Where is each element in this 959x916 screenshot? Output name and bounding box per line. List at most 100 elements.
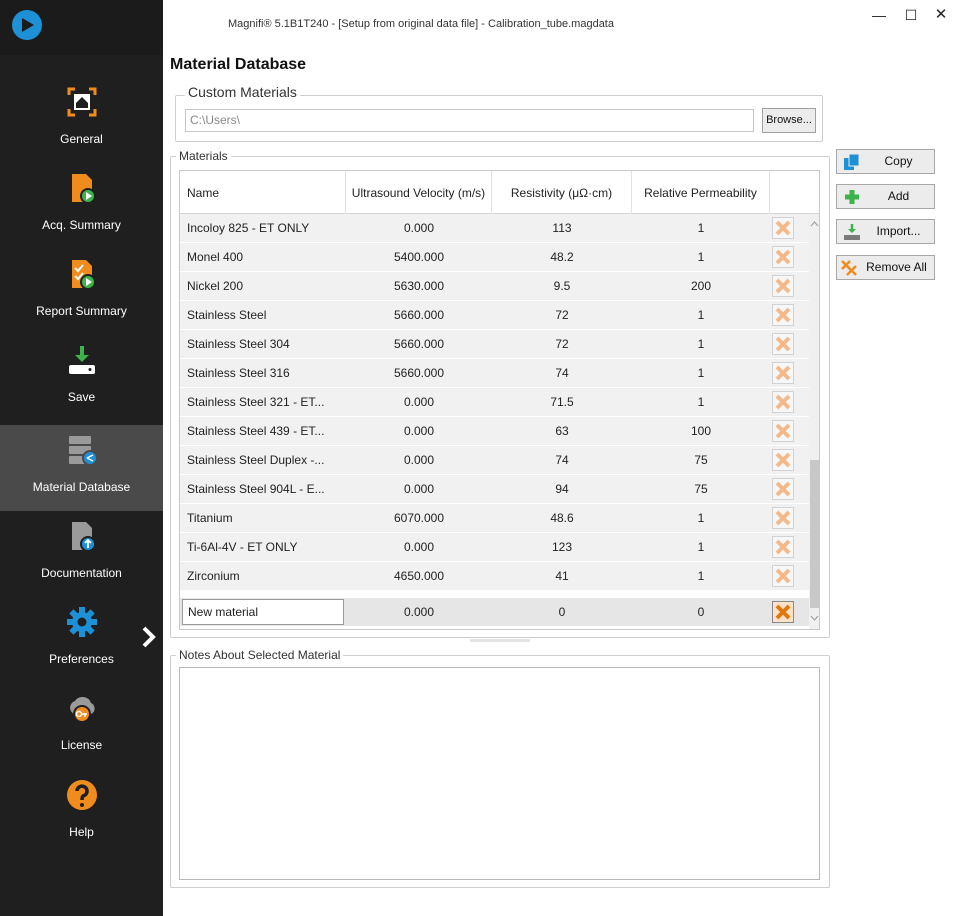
delete-row-button[interactable] — [772, 304, 794, 326]
cell-velocity[interactable]: 0.000 — [346, 388, 492, 417]
cell-name[interactable]: Nickel 200 — [187, 272, 347, 301]
cell-permeability[interactable]: 200 — [632, 272, 770, 301]
cell-permeability[interactable]: 1 — [632, 562, 770, 591]
new-material-name-input[interactable]: New material — [182, 599, 344, 625]
cell-name[interactable]: Stainless Steel 316 — [187, 359, 347, 388]
table-row[interactable]: Ti-6Al-4V - ET ONLY 0.000 123 1 — [180, 533, 819, 562]
cell-resistivity[interactable]: 123 — [492, 533, 632, 562]
table-row[interactable]: Stainless Steel 5660.000 72 1 — [180, 301, 819, 330]
column-header-velocity[interactable]: Ultrasound Velocity (m/s) — [346, 171, 492, 214]
delete-row-button[interactable] — [772, 478, 794, 500]
delete-row-button[interactable] — [772, 601, 794, 623]
close-button[interactable]: ✕ — [931, 6, 951, 24]
cell-velocity[interactable]: 5660.000 — [346, 330, 492, 359]
table-row[interactable]: Stainless Steel 304 5660.000 72 1 — [180, 330, 819, 359]
delete-row-button[interactable] — [772, 565, 794, 587]
cell-resistivity[interactable]: 94 — [492, 475, 632, 504]
cell-velocity[interactable]: 6070.000 — [346, 504, 492, 533]
cell-permeability[interactable]: 1 — [632, 243, 770, 272]
cell-velocity[interactable]: 0.000 — [346, 446, 492, 475]
table-row[interactable]: Incoloy 825 - ET ONLY 0.000 113 1 — [180, 214, 819, 243]
cell-velocity[interactable]: 0.000 — [346, 417, 492, 446]
sidebar-item-documentation[interactable]: Documentation — [0, 520, 163, 606]
add-button[interactable]: Add — [836, 184, 935, 209]
cell-name[interactable]: Incoloy 825 - ET ONLY — [187, 214, 347, 243]
cell-permeability[interactable]: 1 — [632, 388, 770, 417]
cell-permeability[interactable]: 1 — [632, 504, 770, 533]
table-row[interactable]: Stainless Steel 439 - ET... 0.000 63 100 — [180, 417, 819, 446]
scroll-down-arrow-icon[interactable] — [810, 614, 819, 622]
sidebar-item-license[interactable]: License — [0, 692, 163, 778]
cell-velocity[interactable]: 0.000 — [346, 598, 492, 627]
cell-permeability[interactable]: 1 — [632, 533, 770, 562]
notes-textarea[interactable] — [179, 667, 820, 880]
delete-row-button[interactable] — [772, 507, 794, 529]
custom-materials-path-input[interactable]: C:\Users\ — [185, 109, 754, 132]
sidebar-item-help[interactable]: Help — [0, 779, 163, 865]
table-scrollbar[interactable] — [809, 214, 819, 629]
table-row[interactable]: Zirconium 4650.000 41 1 — [180, 562, 819, 591]
minimize-button[interactable]: — — [869, 6, 889, 24]
cell-velocity[interactable]: 0.000 — [346, 475, 492, 504]
cell-permeability[interactable]: 75 — [632, 475, 770, 504]
cell-velocity[interactable]: 0.000 — [346, 533, 492, 562]
cell-resistivity[interactable]: 41 — [492, 562, 632, 591]
column-header-name[interactable]: Name — [180, 171, 346, 214]
copy-button[interactable]: Copy — [836, 149, 935, 174]
cell-velocity[interactable]: 5630.000 — [346, 272, 492, 301]
cell-resistivity[interactable]: 0 — [492, 598, 632, 627]
remove-all-button[interactable]: Remove All — [836, 255, 935, 280]
cell-name[interactable]: Monel 400 — [187, 243, 347, 272]
cell-permeability[interactable]: 1 — [632, 214, 770, 243]
cell-name[interactable]: Stainless Steel — [187, 301, 347, 330]
import-button[interactable]: Import... — [836, 219, 935, 244]
maximize-button[interactable]: ☐ — [901, 6, 921, 24]
table-row-new[interactable]: New material 0.000 0 0 — [180, 598, 819, 627]
scrollbar-thumb[interactable] — [810, 460, 819, 608]
table-row[interactable]: Stainless Steel 321 - ET... 0.000 71.5 1 — [180, 388, 819, 417]
column-header-permeability[interactable]: Relative Permeability — [632, 171, 770, 214]
cell-permeability[interactable]: 75 — [632, 446, 770, 475]
cell-velocity[interactable]: 5400.000 — [346, 243, 492, 272]
sidebar-item-material-database[interactable]: Material Database — [0, 425, 163, 511]
cell-resistivity[interactable]: 74 — [492, 446, 632, 475]
cell-name[interactable]: Stainless Steel 321 - ET... — [187, 388, 347, 417]
chevron-right-icon[interactable] — [140, 625, 158, 649]
table-row[interactable]: Titanium 6070.000 48.6 1 — [180, 504, 819, 533]
cell-name[interactable]: Stainless Steel 439 - ET... — [187, 417, 347, 446]
cell-name[interactable]: Titanium — [187, 504, 347, 533]
delete-row-button[interactable] — [772, 391, 794, 413]
delete-row-button[interactable] — [772, 275, 794, 297]
cell-name[interactable]: Zirconium — [187, 562, 347, 591]
cell-permeability[interactable]: 1 — [632, 359, 770, 388]
delete-row-button[interactable] — [772, 536, 794, 558]
cell-velocity[interactable]: 4650.000 — [346, 562, 492, 591]
cell-resistivity[interactable]: 71.5 — [492, 388, 632, 417]
cell-resistivity[interactable]: 113 — [492, 214, 632, 243]
table-row[interactable]: Stainless Steel 316 5660.000 74 1 — [180, 359, 819, 388]
cell-resistivity[interactable]: 48.6 — [492, 504, 632, 533]
delete-row-button[interactable] — [772, 333, 794, 355]
cell-permeability[interactable]: 100 — [632, 417, 770, 446]
delete-row-button[interactable] — [772, 362, 794, 384]
cell-name[interactable]: Stainless Steel Duplex -... — [187, 446, 347, 475]
sidebar-item-general[interactable]: General — [0, 86, 163, 172]
cell-permeability[interactable]: 1 — [632, 301, 770, 330]
cell-resistivity[interactable]: 48.2 — [492, 243, 632, 272]
scroll-up-arrow-icon[interactable] — [810, 220, 819, 228]
table-row[interactable]: Nickel 200 5630.000 9.5 200 — [180, 272, 819, 301]
cell-velocity[interactable]: 0.000 — [346, 214, 492, 243]
cell-resistivity[interactable]: 9.5 — [492, 272, 632, 301]
sidebar-item-report-summary[interactable]: Report Summary — [0, 258, 163, 344]
delete-row-button[interactable] — [772, 246, 794, 268]
delete-row-button[interactable] — [772, 420, 794, 442]
cell-name[interactable]: Ti-6Al-4V - ET ONLY — [187, 533, 347, 562]
cell-permeability[interactable]: 0 — [632, 598, 770, 627]
column-header-resistivity[interactable]: Resistivity (μΩ·cm) — [492, 171, 632, 214]
cell-resistivity[interactable]: 72 — [492, 301, 632, 330]
sidebar-item-acq-summary[interactable]: Acq. Summary — [0, 172, 163, 258]
table-row[interactable]: Monel 400 5400.000 48.2 1 — [180, 243, 819, 272]
panel-splitter[interactable] — [470, 639, 530, 642]
cell-permeability[interactable]: 1 — [632, 330, 770, 359]
cell-velocity[interactable]: 5660.000 — [346, 301, 492, 330]
